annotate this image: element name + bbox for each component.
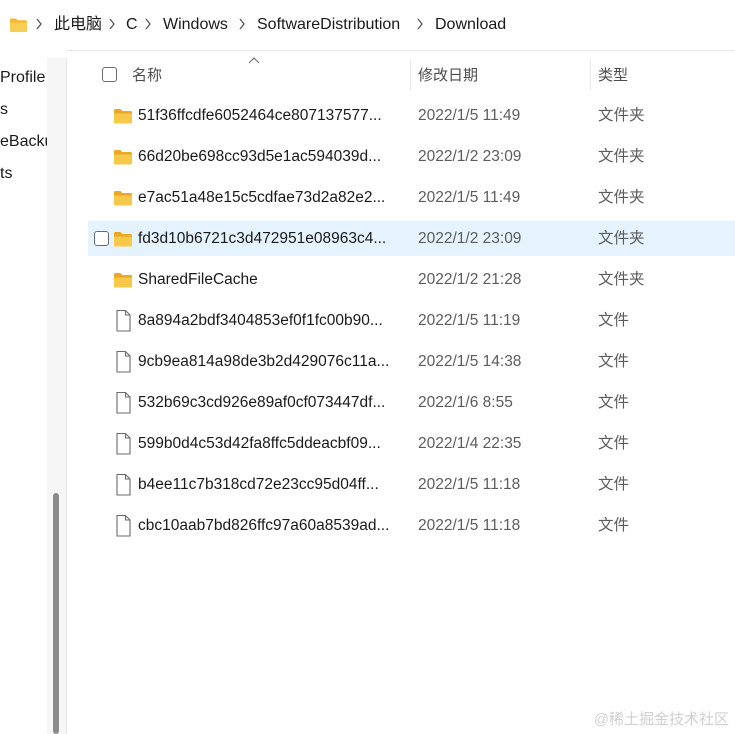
- address-bar[interactable]: 此电脑 C Windows SoftwareDistribution Downl…: [0, 0, 735, 51]
- file-name: 8a894a2bdf3404853ef0f1fc00b90...: [138, 312, 383, 329]
- file-row[interactable]: cbc10aab7bd826ffc97a60a8539ad... 2022/1/5…: [88, 508, 735, 543]
- chevron-right-icon[interactable]: [237, 17, 247, 31]
- nav-item-profile[interactable]: Profile: [0, 67, 45, 89]
- file-modified-date: 2022/1/6 8:55: [418, 394, 513, 411]
- file-name: e7ac51a48e15c5cdfae73d2a82e2...: [138, 189, 386, 206]
- breadcrumb-windows[interactable]: Windows: [163, 14, 228, 36]
- file-name: b4ee11c7b318cd72e23cc95d04ff...: [138, 476, 379, 493]
- file-name: fd3d10b6721c3d472951e08963c4...: [138, 230, 387, 247]
- nav-scrollbar-thumb[interactable]: [53, 493, 59, 734]
- breadcrumb-this-pc[interactable]: 此电脑: [54, 14, 102, 36]
- file-name: 66d20be698cc93d5e1ac594039d...: [138, 148, 382, 165]
- file-name: 51f36ffcdfe6052464ce807137577...: [138, 107, 382, 124]
- file-type: 文件: [598, 435, 630, 452]
- nav-item-s[interactable]: s: [0, 99, 8, 121]
- file-row[interactable]: 8a894a2bdf3404853ef0f1fc00b90... 2022/1/5…: [88, 303, 735, 338]
- sort-ascending-icon: [248, 57, 260, 64]
- column-name-header[interactable]: 名称: [132, 66, 162, 86]
- column-divider[interactable]: [410, 60, 411, 90]
- column-divider[interactable]: [590, 60, 591, 90]
- file-modified-date: 2022/1/5 11:49: [418, 189, 521, 206]
- file-modified-date: 2022/1/2 23:09: [418, 230, 522, 247]
- file-name: 599b0d4c53d42fa8ffc5ddeacbf09...: [138, 435, 381, 452]
- file-type: 文件: [598, 312, 630, 329]
- file-row[interactable]: SharedFileCache 2022/1/2 21:28 文件夹: [88, 262, 735, 297]
- file-row[interactable]: 599b0d4c53d42fa8ffc5ddeacbf09... 2022/1/4…: [88, 426, 735, 461]
- file-modified-date: 2022/1/5 14:38: [418, 353, 522, 370]
- chevron-right-icon[interactable]: [415, 17, 425, 31]
- folder-icon: [113, 230, 133, 248]
- file-modified-date: 2022/1/5 11:19: [418, 312, 521, 329]
- column-modified-header[interactable]: 修改日期: [418, 66, 478, 86]
- folder-icon: [10, 18, 27, 32]
- file-type: 文件: [598, 476, 630, 493]
- file-name: SharedFileCache: [138, 271, 258, 288]
- chevron-right-icon[interactable]: [143, 17, 153, 31]
- file-type: 文件夹: [598, 230, 645, 247]
- chevron-right-icon[interactable]: [34, 17, 44, 31]
- file-type: 文件夹: [598, 148, 645, 165]
- chevron-right-icon[interactable]: [107, 17, 117, 31]
- folder-icon: [113, 189, 133, 207]
- file-name: cbc10aab7bd826ffc97a60a8539ad...: [138, 517, 390, 534]
- file-icon: [113, 309, 133, 332]
- watermark: @稀土掘金技术社区: [593, 711, 729, 728]
- file-modified-date: 2022/1/2 23:09: [418, 148, 522, 165]
- breadcrumb-download[interactable]: Download: [435, 14, 506, 36]
- file-type: 文件: [598, 353, 630, 370]
- column-type-header[interactable]: 类型: [598, 66, 628, 86]
- breadcrumb-softwaredistribution[interactable]: SoftwareDistribution: [257, 14, 400, 36]
- pane-divider[interactable]: [66, 58, 67, 734]
- file-modified-date: 2022/1/5 11:18: [418, 517, 521, 534]
- nav-item-ebacku[interactable]: eBacku: [0, 131, 53, 153]
- file-row[interactable]: 532b69c3cd926e89af0cf073447df... 2022/1/6…: [88, 385, 735, 420]
- row-checkbox[interactable]: [94, 231, 109, 246]
- folder-icon: [113, 271, 133, 289]
- folder-icon: [113, 148, 133, 166]
- file-row[interactable]: 51f36ffcdfe6052464ce807137577... 2022/1/5…: [88, 98, 735, 133]
- file-type: 文件夹: [598, 107, 645, 124]
- file-icon: [113, 350, 133, 373]
- file-row[interactable]: b4ee11c7b318cd72e23cc95d04ff... 2022/1/5 …: [88, 467, 735, 502]
- file-icon: [113, 514, 133, 537]
- file-name: 532b69c3cd926e89af0cf073447df...: [138, 394, 386, 411]
- file-icon: [113, 473, 133, 496]
- column-header: 名称 修改日期 类型: [88, 57, 735, 94]
- file-type: 文件夹: [598, 271, 645, 288]
- file-type: 文件: [598, 517, 630, 534]
- file-modified-date: 2022/1/4 22:35: [418, 435, 522, 452]
- folder-icon: [113, 107, 133, 125]
- file-row[interactable]: 66d20be698cc93d5e1ac594039d... 2022/1/2 2…: [88, 139, 735, 174]
- file-row[interactable]: fd3d10b6721c3d472951e08963c4... 2022/1/2 …: [88, 221, 735, 256]
- file-icon: [113, 391, 133, 414]
- file-row[interactable]: e7ac51a48e15c5cdfae73d2a82e2... 2022/1/5 …: [88, 180, 735, 215]
- file-modified-date: 2022/1/5 11:49: [418, 107, 521, 124]
- file-row[interactable]: 9cb9ea814a98de3b2d429076c11a... 2022/1/5 …: [88, 344, 735, 379]
- file-modified-date: 2022/1/5 11:18: [418, 476, 521, 493]
- file-type: 文件: [598, 394, 630, 411]
- breadcrumb-c[interactable]: C: [126, 14, 138, 36]
- file-icon: [113, 432, 133, 455]
- file-type: 文件夹: [598, 189, 645, 206]
- file-name: 9cb9ea814a98de3b2d429076c11a...: [138, 353, 390, 370]
- nav-item-ts[interactable]: ts: [0, 163, 12, 185]
- select-all-checkbox[interactable]: [102, 67, 117, 82]
- file-modified-date: 2022/1/2 21:28: [418, 271, 522, 288]
